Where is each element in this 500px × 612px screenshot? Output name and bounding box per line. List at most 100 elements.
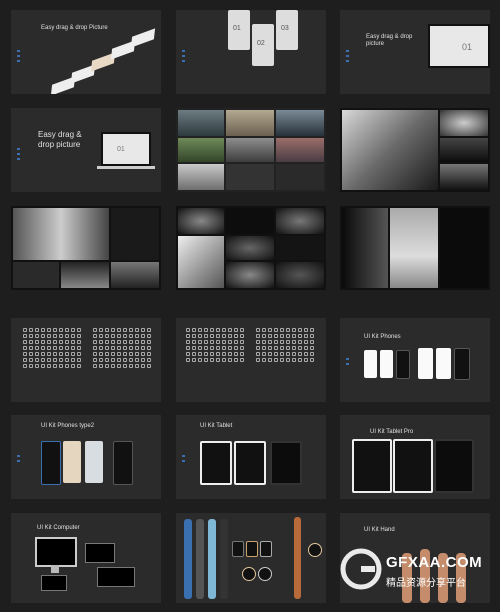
photo <box>111 208 159 260</box>
photo <box>440 208 488 288</box>
site-watermark: GFXAA.COM 精品资源分享平台 <box>338 544 488 604</box>
phone-gold <box>63 441 81 483</box>
tablet-white <box>393 439 433 493</box>
slide-title: UI Kit Tablet Pro <box>370 429 414 435</box>
photo <box>226 262 274 288</box>
watermark-brand: GFXAA.COM <box>386 554 483 571</box>
laptop-mockup: 01 <box>101 132 151 166</box>
photo <box>440 138 488 162</box>
slide-title: UI Kit Phones <box>364 334 401 340</box>
icon-grid <box>186 328 244 362</box>
phone-label: 01 <box>233 25 241 32</box>
phone-mockup: 01 <box>228 10 250 50</box>
slide-13[interactable]: UI Kit Phones type2 <box>11 415 161 499</box>
slide-1[interactable]: Easy drag & drop Picture <box>11 10 161 94</box>
slide-title: Easy drag & drop picture <box>366 34 413 48</box>
slide-17[interactable] <box>176 513 326 603</box>
photo <box>276 138 324 162</box>
watch-face <box>246 541 258 557</box>
phone-white <box>418 348 433 379</box>
slide-title: UI Kit Tablet <box>200 423 233 429</box>
photo <box>226 164 274 190</box>
slide-title: UI Kit Computer <box>37 525 80 531</box>
photo <box>13 262 59 288</box>
watch-band <box>220 519 228 599</box>
photo <box>61 262 109 288</box>
eiffel-photo <box>342 110 438 190</box>
g-logo-icon <box>340 548 382 590</box>
photo <box>226 138 274 162</box>
photo <box>276 262 324 288</box>
icon-grid <box>23 328 81 368</box>
watch-band <box>184 519 192 599</box>
phone-silver <box>85 441 103 483</box>
watch-face <box>260 541 272 557</box>
phone-white <box>364 350 377 378</box>
phone-label: 02 <box>257 40 265 47</box>
slide-nav-dots <box>182 50 185 70</box>
phone-black <box>113 441 133 485</box>
photo <box>178 138 224 162</box>
photo <box>13 208 109 260</box>
slide-9[interactable] <box>340 206 490 290</box>
slide-7[interactable] <box>11 206 161 290</box>
slide-title: Easy drag & drop Picture <box>41 25 108 31</box>
photo <box>178 164 224 190</box>
laptop-number: 01 <box>117 146 125 153</box>
slide-2[interactable]: 01 02 03 <box>176 10 326 94</box>
laptop-number: 01 <box>462 42 473 52</box>
slide-11[interactable] <box>176 318 326 402</box>
laptop-mockup <box>41 575 67 591</box>
watch-band <box>208 519 216 599</box>
slide-14[interactable]: UI Kit Tablet <box>176 415 326 499</box>
photo <box>178 110 224 136</box>
phone-label: 03 <box>281 25 289 32</box>
slide-title: UI Kit Hand <box>364 527 395 533</box>
photo <box>178 236 224 288</box>
slide-15[interactable]: UI Kit Tablet Pro <box>340 415 490 499</box>
photo <box>276 236 324 260</box>
tablet-black <box>434 439 474 493</box>
phone-black <box>396 350 410 379</box>
photo <box>178 208 224 234</box>
photo <box>276 208 324 234</box>
monitor-mockup <box>35 537 77 567</box>
watch-face <box>232 541 244 557</box>
watermark-tagline: 精品资源分享平台 <box>386 578 466 589</box>
slide-nav-dots <box>17 148 20 168</box>
laptop-base <box>97 166 155 169</box>
photo <box>226 236 274 260</box>
watch-band <box>294 517 301 599</box>
photo <box>276 110 324 136</box>
photo <box>276 164 324 190</box>
laptop-mockup <box>85 543 115 563</box>
photo <box>342 208 388 288</box>
photo <box>111 262 159 288</box>
laptop-mockup: 01 <box>428 24 490 68</box>
tablet-white <box>234 441 266 485</box>
slide-16[interactable]: UI Kit Computer <box>11 513 161 603</box>
photo <box>226 110 274 136</box>
photo <box>440 110 488 136</box>
slide-5[interactable] <box>176 108 326 192</box>
slide-10[interactable] <box>11 318 161 402</box>
phone-mockup: 02 <box>252 24 274 66</box>
slide-8[interactable] <box>176 206 326 290</box>
tablet-black <box>270 441 302 485</box>
slide-12[interactable]: UI Kit Phones <box>340 318 490 402</box>
photo <box>440 164 488 190</box>
tablet-white <box>352 439 392 493</box>
slide-4[interactable]: Easy drag & drop picture 01 <box>11 108 161 192</box>
monitor-stand <box>51 565 59 573</box>
slide-6[interactable] <box>340 108 490 192</box>
slide-3[interactable]: Easy drag & drop picture 01 <box>340 10 490 94</box>
watch-round <box>258 567 272 581</box>
slide-nav-dots <box>17 455 20 475</box>
phone-white <box>436 348 451 379</box>
phone-black <box>454 348 470 380</box>
tablet-white <box>200 441 232 485</box>
phone-white <box>380 350 393 378</box>
slide-nav-dots <box>346 358 349 378</box>
watch-round <box>308 543 322 557</box>
slide-title: Easy drag & drop picture <box>38 130 82 149</box>
